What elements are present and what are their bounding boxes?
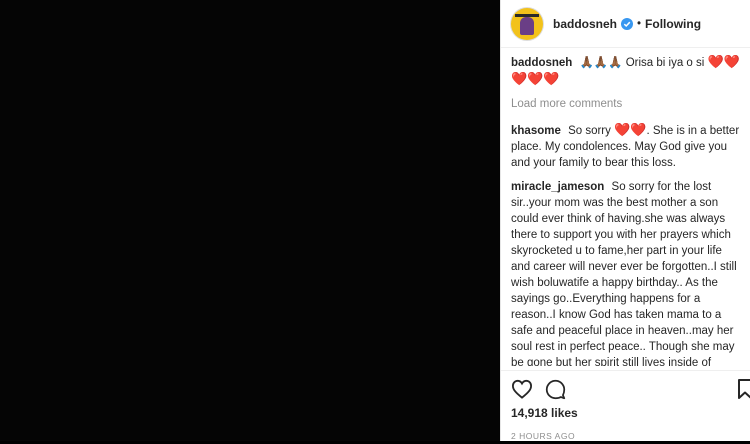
comments-list: baddosneh 🙏🏾🙏🏾🙏🏾 Orisa bi iya o si ❤️❤️❤… [501, 48, 750, 366]
list-item: khasome So sorry ❤️❤️. She is in a bette… [511, 122, 740, 171]
comment-bubble-icon[interactable] [545, 379, 566, 400]
bookmark-icon[interactable] [737, 379, 750, 399]
comment-text-start: So sorry [568, 125, 611, 137]
likes-count[interactable]: 14,918 likes [511, 405, 578, 421]
verified-badge-icon [621, 17, 634, 30]
comment-text: So sorry for the lost sir..your mom was … [511, 181, 737, 366]
post-side-panel: baddosneh • Following baddosneh 🙏🏾🙏🏾🙏🏾 O… [500, 0, 750, 441]
separator-dot: • [637, 17, 642, 30]
post-header: baddosneh • Following [501, 0, 750, 48]
post-timestamp: 2 HOURS AGO [511, 431, 576, 441]
comment-username[interactable]: khasome [511, 125, 561, 137]
following-button[interactable]: Following [645, 16, 701, 32]
load-more-comments-link[interactable]: Load more comments [511, 96, 740, 112]
avatar[interactable] [511, 7, 543, 40]
caption-username[interactable]: baddosneh [511, 57, 572, 69]
comment-username[interactable]: miracle_jameson [511, 181, 604, 193]
header-username[interactable]: baddosneh [553, 16, 617, 32]
caption-text: 🙏🏾🙏🏾🙏🏾 Orisa bi iya o si [579, 57, 705, 69]
action-bar [501, 370, 750, 400]
caption: baddosneh 🙏🏾🙏🏾🙏🏾 Orisa bi iya o si ❤️❤️❤… [511, 54, 740, 88]
comment-hearts: ❤️❤️ [614, 122, 647, 137]
post-media[interactable] [0, 0, 500, 441]
heart-outline-icon[interactable] [511, 379, 533, 399]
list-item: miracle_jameson So sorry for the lost si… [511, 179, 740, 366]
